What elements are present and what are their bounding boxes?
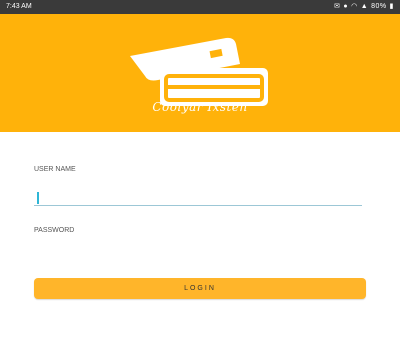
- username-label: USER NAME: [34, 166, 76, 173]
- credit-cards-logo-icon: [130, 37, 268, 106]
- battery-level: 80%: [371, 3, 387, 10]
- mail-icon: ✉: [333, 3, 341, 10]
- text-cursor: [37, 192, 39, 204]
- battery-icon: ▮: [389, 3, 394, 10]
- password-input[interactable]: [34, 248, 362, 266]
- notification-icon: ●: [343, 3, 349, 10]
- username-input[interactable]: [34, 188, 362, 206]
- login-button[interactable]: LOGIN: [34, 278, 366, 299]
- status-bar: 7:43 AM ✉ ● ◠ ▲ 80% ▮: [0, 0, 400, 14]
- status-time: 7:43 AM: [6, 3, 32, 10]
- signal-icon: ▲: [360, 3, 369, 10]
- app-header: Coolyar Ixsten: [0, 14, 400, 132]
- status-icons: ✉ ● ◠ ▲ 80% ▮: [334, 0, 394, 14]
- wifi-icon: ◠: [351, 3, 358, 10]
- password-label: PASSWORD: [34, 227, 75, 234]
- app-name: Coolyar Ixsten: [152, 100, 248, 114]
